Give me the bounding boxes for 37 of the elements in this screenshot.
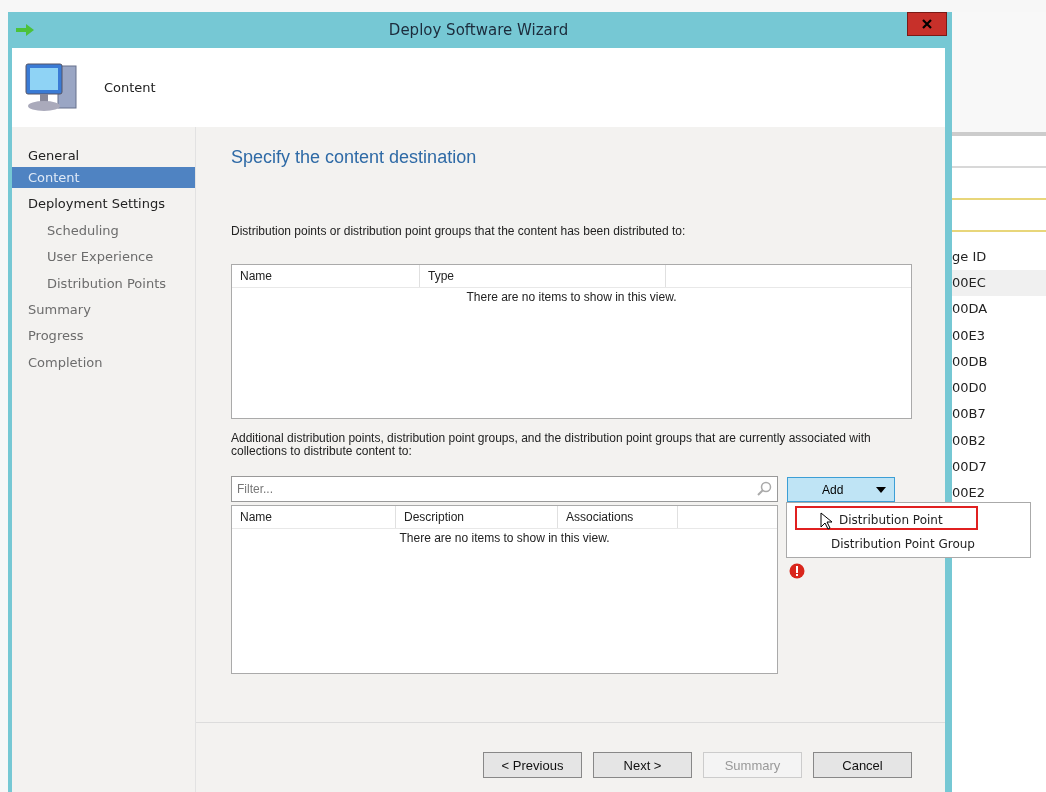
table-cell-text: 00D0	[952, 379, 988, 398]
description-text: Additional distribution points, distribution point groups, and the distribution point groups that are currently associated with collections to distribute content to:	[231, 432, 872, 458]
table-cell-text: 00D7	[952, 458, 988, 477]
column-header[interactable]: Name	[232, 265, 420, 287]
close-button[interactable]	[907, 12, 947, 36]
menu-item[interactable]: Distribution Point	[795, 506, 978, 530]
page-title: Content	[104, 80, 156, 95]
table-cell-text: 00B2	[952, 431, 987, 450]
wizard-button[interactable]: Next >	[593, 752, 692, 778]
column-header[interactable]: Name	[232, 506, 396, 528]
sidebar-item[interactable]: Deployment Settings	[12, 191, 195, 218]
filter-field[interactable]: Filter...	[231, 476, 778, 502]
window-title: Deploy Software Wizard	[388, 21, 569, 39]
empty-message: There are no items to show in this view.	[398, 530, 611, 545]
search-icon	[756, 481, 772, 497]
mouse-cursor-icon	[820, 512, 832, 530]
table-cell-text: 00DB	[952, 352, 989, 371]
section-heading: Specify the content destination	[231, 147, 478, 168]
description-text: Distribution points or distribution point groups that the content has been distributed to:	[231, 224, 687, 238]
caret-icon	[876, 486, 886, 493]
table-cell-text: 00E2	[952, 484, 987, 503]
column-header[interactable]: Type	[420, 265, 666, 287]
wizard-button[interactable]: < Previous	[483, 752, 582, 778]
table-cell-text: 00DA	[952, 300, 989, 319]
arrow-icon	[16, 24, 34, 36]
table-cell: 00EC	[952, 270, 1046, 297]
menu-item[interactable]: Distribution Point Group	[795, 530, 1022, 554]
table-cell-text: 00B7	[952, 405, 987, 424]
column-header: ge ID	[952, 248, 988, 266]
table-cell-text: 00E3	[952, 326, 987, 345]
column-header[interactable]: Associations	[558, 506, 678, 528]
sidebar-item[interactable]: General	[12, 143, 195, 170]
wizard-button[interactable]: Cancel	[813, 752, 912, 778]
add-dropdown-button[interactable]: Add	[787, 477, 895, 502]
empty-message: There are no items to show in this view.	[465, 289, 678, 304]
column-header[interactable]: Description	[396, 506, 558, 528]
close-icon	[922, 19, 932, 29]
